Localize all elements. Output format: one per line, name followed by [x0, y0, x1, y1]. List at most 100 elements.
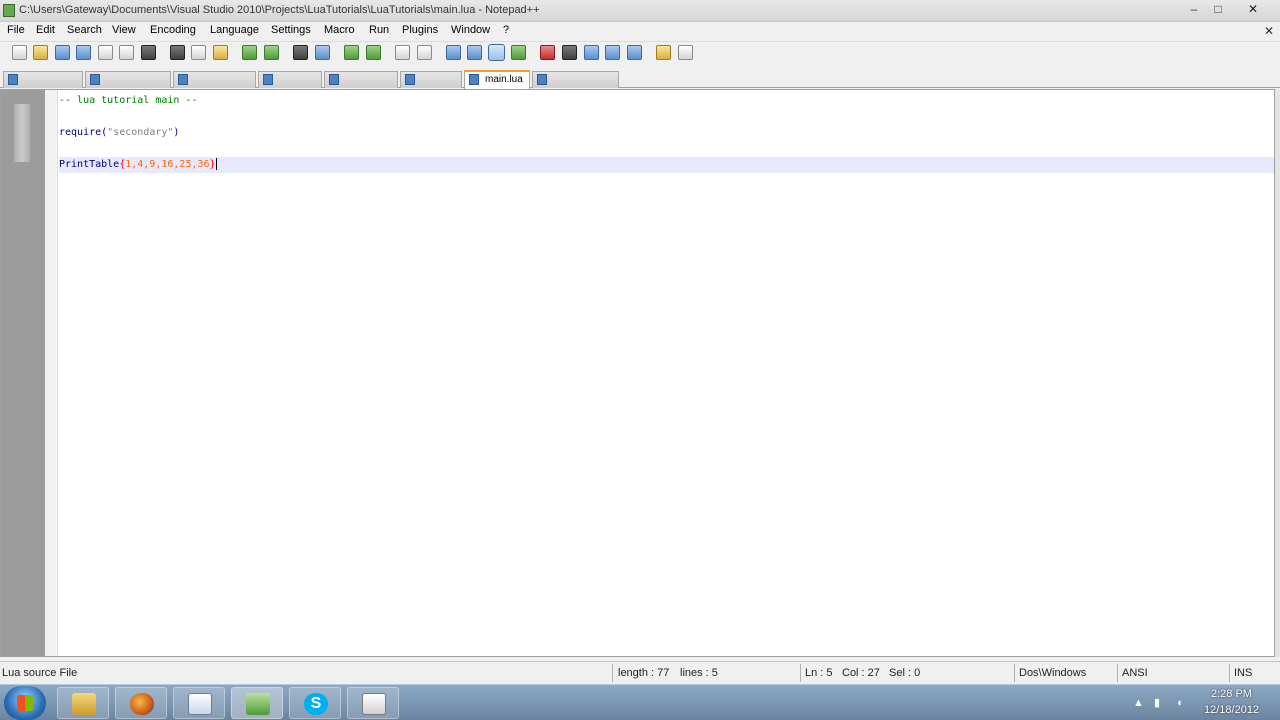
indent-guide-icon[interactable]	[488, 44, 505, 61]
maximize-button[interactable]: □	[1207, 2, 1229, 19]
network-icon[interactable]: ▮	[1154, 697, 1166, 709]
menu-bar: File Edit Search View Encoding Language …	[0, 22, 1280, 40]
menu-search[interactable]: Search	[67, 24, 102, 36]
tab-document-3[interactable]	[173, 71, 256, 88]
close-button[interactable]: ✕	[1238, 2, 1268, 19]
tab-document-6[interactable]	[400, 71, 462, 88]
status-file-type: Lua source File	[2, 667, 78, 679]
taskbar-notepad-plus-plus[interactable]	[231, 687, 283, 719]
cut-icon[interactable]	[170, 45, 185, 60]
file-icon	[329, 74, 339, 85]
redo-icon[interactable]	[264, 45, 279, 60]
taskbar-document[interactable]	[347, 687, 399, 719]
taskbar-paint[interactable]	[173, 687, 225, 719]
menu-run[interactable]: Run	[369, 24, 389, 36]
play-macro-icon[interactable]	[584, 45, 599, 60]
margin-marker	[14, 104, 30, 162]
close-all-icon[interactable]	[119, 45, 134, 60]
lua-comment: -- lua tutorial main --	[59, 95, 198, 106]
replace-icon[interactable]	[315, 45, 330, 60]
tab-document-1[interactable]	[3, 71, 83, 88]
tab-document-8[interactable]	[532, 71, 619, 88]
taskbar-firefox[interactable]	[115, 687, 167, 719]
menu-file[interactable]: File	[7, 24, 25, 36]
sync-horizontal-icon[interactable]	[417, 45, 432, 60]
dropdown-icon[interactable]	[678, 45, 693, 60]
taskbar-skype[interactable]: S	[289, 687, 341, 719]
code-line-3[interactable]: require("secondary")	[59, 125, 1274, 141]
close-file-icon[interactable]	[98, 45, 113, 60]
editor-area[interactable]: -- lua tutorial main -- require("seconda…	[0, 89, 1275, 657]
notepad-plus-plus-icon	[246, 693, 270, 715]
menu-plugins[interactable]: Plugins	[402, 24, 438, 36]
clock-time[interactable]: 2:28 PM	[1211, 688, 1252, 700]
open-file-icon[interactable]	[33, 45, 48, 60]
run-macro-multiple-icon[interactable]	[605, 45, 620, 60]
windows-taskbar: S ▲ ▮ ◖ 2:28 PM 12/18/2012	[0, 684, 1280, 720]
save-icon[interactable]	[55, 45, 70, 60]
save-macro-icon[interactable]	[627, 45, 642, 60]
find-icon[interactable]	[293, 45, 308, 60]
file-icon	[178, 74, 188, 85]
clock-date[interactable]: 12/18/2012	[1204, 704, 1259, 716]
save-all-icon[interactable]	[76, 45, 91, 60]
stop-macro-icon[interactable]	[562, 45, 577, 60]
tab-document-4[interactable]	[258, 71, 322, 88]
closing-paren: )	[173, 127, 180, 138]
file-icon	[8, 74, 18, 85]
tab-main-lua[interactable]: main.lua	[464, 70, 530, 89]
vertical-scrollbar[interactable]	[1275, 89, 1280, 657]
status-divider	[1014, 664, 1015, 682]
status-length: length : 77	[618, 667, 670, 679]
windows-logo-icon	[17, 695, 33, 711]
volume-icon[interactable]: ◖	[1176, 697, 1188, 709]
menu-encoding[interactable]: Encoding	[150, 24, 196, 36]
taskbar-explorer[interactable]	[57, 687, 109, 719]
show-hidden-icons-icon[interactable]: ▲	[1133, 697, 1145, 709]
show-all-chars-icon[interactable]	[467, 45, 482, 60]
record-macro-icon[interactable]	[540, 45, 555, 60]
menu-language[interactable]: Language	[210, 24, 259, 36]
status-divider	[1117, 664, 1118, 682]
status-insert-mode: INS	[1234, 667, 1253, 679]
title-bar: C:\Users\Gateway\Documents\Visual Studio…	[0, 0, 1280, 22]
start-button[interactable]	[4, 686, 46, 720]
file-icon	[263, 74, 273, 85]
menu-edit[interactable]: Edit	[36, 24, 55, 36]
sync-vertical-icon[interactable]	[395, 45, 410, 60]
status-eol-format: Dos\Windows	[1019, 667, 1087, 679]
menu-window[interactable]: Window	[451, 24, 490, 36]
firefox-icon	[130, 693, 154, 715]
tab-document-5[interactable]	[324, 71, 398, 88]
plugin-icon[interactable]	[656, 45, 671, 60]
table-values: 1,4,9,16,25,36	[125, 159, 210, 170]
status-divider	[800, 664, 801, 682]
menu-view[interactable]: View	[112, 24, 136, 36]
code-line-5[interactable]: PrintTable{1,4,9,16,25,36}	[59, 157, 1274, 173]
zoom-out-icon[interactable]	[366, 45, 381, 60]
toolbar	[0, 41, 1280, 63]
zoom-in-icon[interactable]	[344, 45, 359, 60]
menu-macro[interactable]: Macro	[324, 24, 355, 36]
undo-icon[interactable]	[242, 45, 257, 60]
status-encoding: ANSI	[1122, 667, 1148, 679]
file-icon	[405, 74, 415, 85]
paste-icon[interactable]	[213, 45, 228, 60]
tab-document-2[interactable]	[85, 71, 171, 88]
menu-help[interactable]: ?	[503, 24, 509, 36]
document-tab-bar: main.lua	[0, 70, 1280, 89]
code-line-1[interactable]: -- lua tutorial main --	[59, 93, 1274, 109]
document-icon	[362, 693, 386, 715]
status-divider	[612, 664, 613, 682]
print-icon[interactable]	[141, 45, 156, 60]
language-icon[interactable]	[511, 45, 526, 60]
notepad-plus-plus-icon[interactable]	[3, 4, 15, 17]
new-file-icon[interactable]	[12, 45, 27, 60]
menu-settings[interactable]: Settings	[271, 24, 311, 36]
minimize-button[interactable]: –	[1183, 2, 1205, 19]
fold-margin[interactable]	[45, 90, 58, 656]
close-document-button[interactable]: ✕	[1264, 24, 1274, 38]
word-wrap-icon[interactable]	[446, 45, 461, 60]
copy-icon[interactable]	[191, 45, 206, 60]
text-caret	[215, 158, 217, 170]
